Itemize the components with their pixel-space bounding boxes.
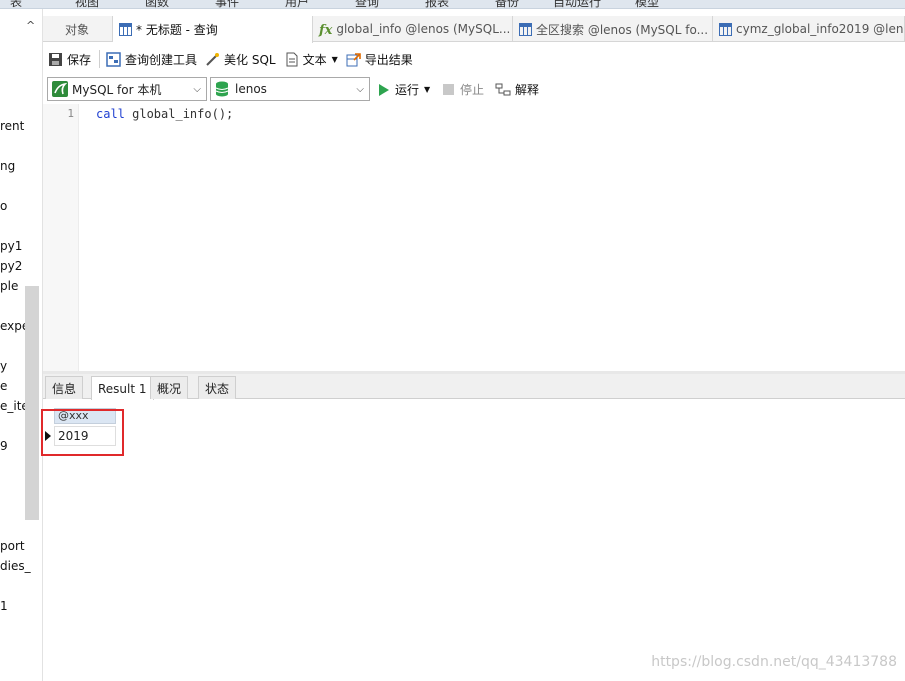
- tab-cymz-global-info[interactable]: cymz_global_info2019 @len...: [713, 16, 905, 42]
- menu-item-automation[interactable]: 自动运行: [553, 0, 601, 8]
- menu-item-user[interactable]: 用户: [285, 0, 309, 8]
- chevron-down-icon: ⌵: [356, 84, 364, 95]
- tab-label: 全区搜索 @lenos (MySQL fo...: [536, 22, 709, 37]
- tab-label: 状态: [205, 381, 230, 396]
- table-icon: [719, 22, 732, 36]
- menu-item-backup[interactable]: 备份: [495, 0, 519, 8]
- query-builder-icon: [106, 51, 121, 67]
- tab-objects[interactable]: 对象: [43, 16, 113, 42]
- mysql-icon: [52, 81, 68, 97]
- menu-item-event[interactable]: 事件: [215, 0, 239, 8]
- save-button[interactable]: 保存: [48, 51, 91, 68]
- connection-value: MySQL for 本机: [72, 82, 162, 97]
- database-value: lenos: [235, 82, 267, 96]
- query-toolbar: 保存 查询创建工具 美化 SQL 文本 ▼ 导出结果: [43, 44, 905, 74]
- tree-item[interactable]: 9: [0, 439, 8, 453]
- query-builder-button[interactable]: 查询创建工具: [106, 51, 197, 68]
- explain-label: 解释: [515, 83, 540, 97]
- highlight-box: [41, 409, 124, 456]
- tree-item[interactable]: rent: [0, 119, 24, 133]
- stop-icon: [443, 84, 454, 95]
- tree-item[interactable]: py2: [0, 259, 22, 273]
- export-label: 导出结果: [364, 52, 413, 67]
- stop-button[interactable]: 停止: [443, 81, 484, 98]
- result-grid-area: @xxx 2019: [43, 400, 905, 681]
- tree-item[interactable]: port: [0, 539, 25, 553]
- line-number: 1: [67, 107, 74, 120]
- play-icon: [379, 83, 389, 96]
- tab-label: 对象: [65, 22, 90, 37]
- navigator-scrollbar[interactable]: [25, 286, 39, 520]
- tab-label: global_info @lenos (MySQL...: [336, 22, 511, 36]
- run-label: 运行: [395, 83, 420, 97]
- database-select[interactable]: lenos ⌵: [210, 77, 370, 101]
- save-icon: [48, 52, 63, 67]
- query-grid-icon: [119, 23, 132, 36]
- caret-down-icon: ▼: [331, 54, 338, 64]
- tree-item[interactable]: 1: [0, 599, 8, 613]
- tree-item[interactable]: py1: [0, 239, 22, 253]
- tree-item[interactable]: o: [0, 199, 7, 213]
- sql-keyword: call: [96, 107, 125, 121]
- beautify-sql-button[interactable]: 美化 SQL: [205, 51, 276, 68]
- tab-label: Result 1: [98, 381, 147, 396]
- object-navigator: ^ rent ng o py1 py2 ple expe y e e_ite 9…: [0, 9, 43, 681]
- menu-item-query[interactable]: 查询: [355, 0, 379, 8]
- text-label: 文本: [302, 52, 327, 67]
- explain-button[interactable]: 解释: [495, 81, 539, 98]
- document-icon: [284, 52, 299, 67]
- menu-item-table[interactable]: 表: [10, 0, 22, 8]
- document-tab-bar: 对象 * 无标题 - 查询 fx global_info @lenos (MyS…: [43, 16, 905, 43]
- code-line[interactable]: call global_info();: [96, 107, 233, 121]
- tab-status[interactable]: 状态: [198, 376, 237, 399]
- menu-item-report[interactable]: 报表: [425, 0, 449, 8]
- menu-bar: 表 视图 函数 事件 用户 查询 报表 备份 自动运行 模型: [0, 0, 905, 9]
- beautify-sql-label: 美化 SQL: [224, 52, 276, 67]
- save-label: 保存: [67, 52, 92, 67]
- toolbar-divider: [99, 50, 101, 68]
- watermark: https://blog.csdn.net/qq_43413788: [651, 654, 897, 670]
- tab-label: cymz_global_info2019 @len...: [736, 22, 905, 36]
- sql-statement: global_info();: [124, 107, 234, 121]
- menu-item-model[interactable]: 模型: [635, 0, 659, 8]
- tree-item[interactable]: dies_: [0, 559, 31, 573]
- export-results-button[interactable]: 导出结果: [346, 51, 413, 68]
- tab-global-search[interactable]: 全区搜索 @lenos (MySQL fo...: [513, 16, 713, 42]
- tab-label: 信息: [52, 381, 77, 396]
- connection-select[interactable]: MySQL for 本机 ⌵: [47, 77, 207, 101]
- chevron-up-icon[interactable]: ^: [26, 19, 35, 32]
- sql-editor[interactable]: 1 call global_info();: [43, 104, 905, 371]
- tab-global-info[interactable]: fx global_info @lenos (MySQL...: [313, 16, 513, 42]
- menu-item-view[interactable]: 视图: [75, 0, 99, 8]
- tab-label: * 无标题 - 查询: [136, 23, 218, 37]
- export-icon: [346, 52, 361, 67]
- text-menu-button[interactable]: 文本 ▼: [284, 51, 338, 68]
- function-icon: fx: [319, 22, 333, 38]
- connection-toolbar: MySQL for 本机 ⌵ lenos ⌵ 运行 ▼ 停止 解释: [43, 75, 905, 103]
- tab-info[interactable]: 信息: [45, 376, 84, 399]
- result-tab-bar: 信息 Result 1 概况 状态: [43, 374, 905, 400]
- tab-label: 概况: [157, 381, 182, 396]
- table-icon: [519, 22, 532, 36]
- magic-wand-icon: [205, 52, 220, 67]
- tree-item[interactable]: ple: [0, 279, 18, 293]
- tree-item[interactable]: e: [0, 379, 7, 393]
- explain-icon: [495, 83, 511, 97]
- line-number-gutter: 1: [43, 104, 79, 371]
- tree-item[interactable]: y: [0, 359, 7, 373]
- run-button[interactable]: 运行 ▼: [379, 81, 430, 98]
- tree-item[interactable]: ng: [0, 159, 15, 173]
- chevron-down-icon: ⌵: [193, 84, 201, 95]
- query-builder-label: 查询创建工具: [125, 52, 198, 67]
- tab-overview[interactable]: 概况: [150, 376, 189, 399]
- menu-item-function[interactable]: 函数: [145, 0, 169, 8]
- tab-untitled-query[interactable]: * 无标题 - 查询: [113, 16, 313, 43]
- tab-result-1[interactable]: Result 1: [91, 376, 154, 400]
- database-icon: [215, 81, 229, 97]
- caret-down-icon: ▼: [424, 85, 431, 94]
- stop-label: 停止: [460, 83, 485, 97]
